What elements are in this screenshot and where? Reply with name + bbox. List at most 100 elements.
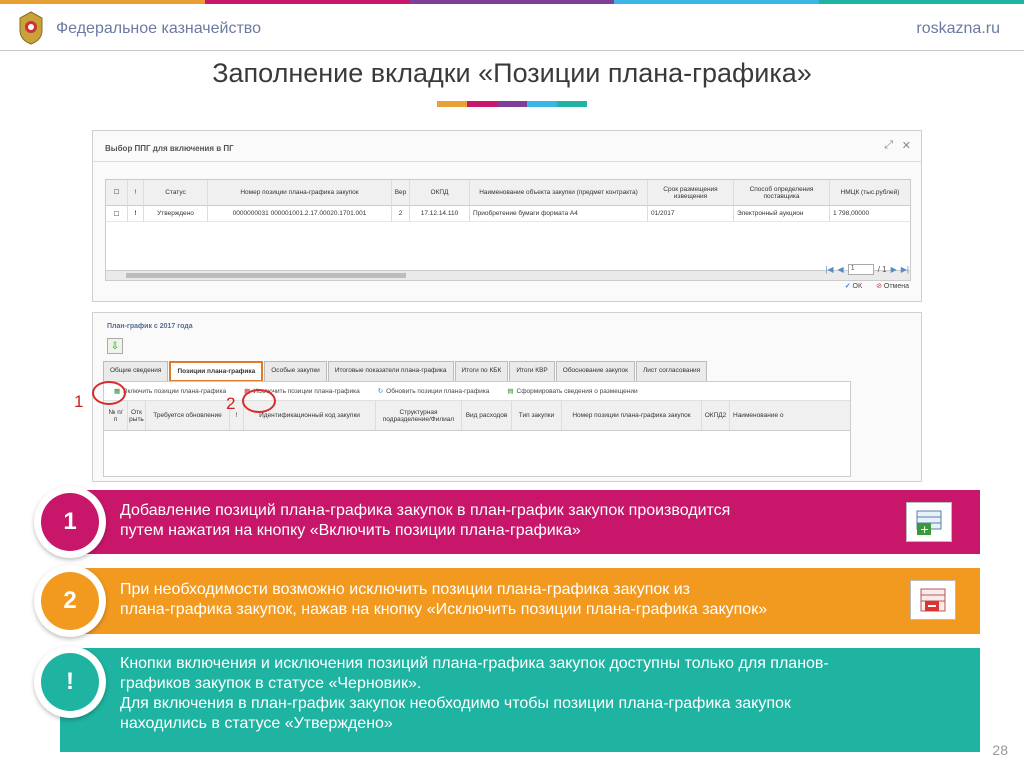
col-update-required: Требуется обновление	[146, 401, 230, 430]
cell-nmck: 1 798,00000	[833, 210, 870, 217]
cell-status: Утверждено	[144, 206, 208, 221]
select-all-checkbox[interactable]: ☐	[106, 180, 128, 205]
tab-kbk[interactable]: Итоги по КБК	[454, 361, 509, 382]
include-button-highlight	[92, 381, 126, 405]
expand-icon[interactable]: ⤢	[884, 139, 893, 152]
table-row[interactable]: ☐ ! Утверждено 0000000031 000001001.2.17…	[106, 206, 910, 222]
tab-justification[interactable]: Обоснование закупок	[555, 361, 636, 382]
tab-general[interactable]: Общие сведения	[103, 361, 169, 382]
ok-label: ОК	[852, 283, 863, 290]
header: Федеральное казначейство roskazna.ru	[0, 4, 1024, 48]
band-2-text: При необходимости возможно исключить поз…	[120, 580, 767, 620]
positions-panel: ▦ Включить позиции плана-графика ▦ Исключи…	[103, 381, 851, 477]
generate-info-button[interactable]: ▤ Сформировать сведения о размещении	[507, 387, 637, 395]
col-okpd: ОКПД	[410, 180, 470, 205]
band-3-line-4: находились в статусе «Утверждено»	[120, 715, 393, 732]
row-checkbox[interactable]: ☐	[106, 206, 128, 221]
generate-label: Сформировать сведения о размещении	[516, 388, 638, 395]
org-name: Федеральное казначейство	[56, 20, 261, 37]
band-3-line-3: Для включения в план-график закупок необ…	[120, 695, 791, 712]
positions-grid: ☐ ! Статус Номер позиции плана-графика з…	[105, 179, 911, 281]
last-page-icon[interactable]: ▶|	[901, 265, 909, 274]
band-2-line-1: При необходимости возможно исключить поз…	[120, 581, 690, 598]
cell-position-number: 0000000031 000001001.2.17.00020.1701.001	[208, 206, 392, 221]
next-page-icon[interactable]: ▶	[891, 265, 897, 274]
document-icon: ▤	[507, 388, 514, 395]
page-input[interactable]: 1	[847, 264, 874, 275]
horizontal-scrollbar[interactable]	[106, 270, 910, 280]
check-icon: ✓	[844, 283, 853, 290]
cell-method: Электронный аукцион	[734, 206, 830, 221]
badge-1: 1	[34, 486, 106, 558]
include-positions-button[interactable]: ▦ Включить позиции плана-графика	[114, 387, 226, 395]
col-position-number: Номер позиции плана-графика закупок	[562, 401, 702, 430]
tab-kvr[interactable]: Итоги КВР	[509, 361, 555, 382]
cell-placement-date: 01/2017	[648, 206, 734, 221]
refresh-icon: ↻	[377, 388, 384, 395]
cell-object-name: Приобретение бумаги формата А4	[470, 206, 648, 221]
col-object-name: Наименование объекта закупки (предмет ко…	[470, 180, 648, 205]
select-positions-dialog: Выбор ППГ для включения в ПГ ⤢ ✕ ☐ ! Ста…	[92, 130, 922, 302]
dialog-divider	[93, 161, 921, 162]
col-position-number: Номер позиции плана-графика закупок	[208, 180, 392, 205]
col-department: Структурная подразделение/Филиал	[376, 401, 462, 430]
cancel-label: Отмена	[883, 283, 909, 290]
close-icon[interactable]: ✕	[902, 139, 911, 152]
col-nmck: НМЦК (тыс.рублей)	[840, 189, 900, 196]
remove-rows-icon	[910, 580, 956, 620]
warning-icon: !	[128, 206, 144, 221]
grid-empty-area	[106, 222, 910, 270]
title-underline	[437, 101, 587, 107]
form-title: План-график с 2017 года	[107, 323, 193, 330]
include-label: Включить позиции плана-графика	[123, 388, 227, 395]
coat-of-arms-emblem-icon	[19, 11, 43, 45]
tab-strip: Общие сведения Позиции плана-графика Осо…	[103, 361, 708, 382]
col-version: Вер	[392, 180, 410, 205]
marker-1: 1	[74, 392, 84, 411]
band-2-line-2: плана-графика закупок, нажав на кнопку «…	[120, 601, 768, 618]
col-name: Наименование о	[733, 412, 784, 419]
info-band-note: ! Кнопки включения и исключения позиций …	[34, 646, 980, 752]
plan-schedule-form: План-график с 2017 года ⇩ Общие сведения…	[92, 312, 922, 482]
col-method: Способ определения поставщика	[734, 180, 830, 205]
band-1-line-1: Добавление позиций плана-графика закупок…	[120, 502, 731, 519]
ok-button[interactable]: ✓ ОК	[845, 282, 862, 290]
slide-title: Заполнение вкладки «Позиции плана-график…	[212, 58, 812, 88]
info-band-include: 1 Добавление позиций плана-графика закуп…	[34, 486, 980, 558]
page-number: 28	[992, 742, 1008, 758]
badge-2-number: 2	[41, 572, 99, 630]
save-icon[interactable]: ⇩	[107, 338, 123, 354]
cancel-button[interactable]: ⊘ Отмена	[876, 282, 909, 290]
band-3-line-2: графиков закупок в статусе «Черновик».	[120, 675, 422, 692]
tab-totals[interactable]: Итоговые показатели плана-графика	[327, 361, 454, 382]
refresh-label: Обновить позиции плана-графика	[386, 388, 490, 395]
badge-2: 2	[34, 565, 106, 637]
badge-3: !	[34, 646, 106, 718]
cancel-icon: ⊘	[876, 283, 884, 290]
info-band-exclude: 2 При необходимости возможно исключить п…	[34, 565, 980, 637]
site-url[interactable]: roskazna.ru	[916, 20, 1000, 38]
badge-1-number: 1	[41, 493, 99, 551]
prev-page-icon[interactable]: ◀	[838, 265, 844, 274]
marker-2: 2	[226, 394, 236, 413]
col-open: Отк рыть	[128, 401, 146, 430]
cell-okpd: 17.12.14.110	[410, 206, 470, 221]
positions-table-header: № п/п Отк рыть Требуется обновление ! Ид…	[104, 401, 850, 431]
grid-header: ☐ ! Статус Номер позиции плана-графика з…	[106, 180, 910, 206]
tab-special[interactable]: Особые закупки	[264, 361, 327, 382]
add-rows-icon: +	[906, 502, 952, 542]
dialog-title: Выбор ППГ для включения в ПГ	[105, 144, 234, 153]
band-1-line-2: путем нажатия на кнопку «Включить позици…	[120, 522, 581, 539]
col-placement-date: Срок размещения извещения	[648, 180, 734, 205]
page-total: / 1	[877, 265, 887, 274]
band-3-line-1: Кнопки включения и исключения позиций пл…	[120, 655, 829, 672]
tab-positions[interactable]: Позиции плана-графика	[169, 361, 264, 382]
scrollbar-thumb[interactable]	[126, 273, 406, 278]
badge-3-exclamation: !	[41, 653, 99, 711]
pager: |◀ ◀ 1 / 1 ▶ ▶|	[825, 264, 909, 275]
refresh-positions-button[interactable]: ↻ Обновить позиции плана-графика	[378, 387, 490, 395]
col-okpd2: ОКПД2	[702, 401, 730, 430]
band-1-text: Добавление позиций плана-графика закупок…	[120, 501, 730, 541]
tab-approval[interactable]: Лист согласования	[636, 361, 708, 382]
first-page-icon[interactable]: |◀	[825, 265, 833, 274]
